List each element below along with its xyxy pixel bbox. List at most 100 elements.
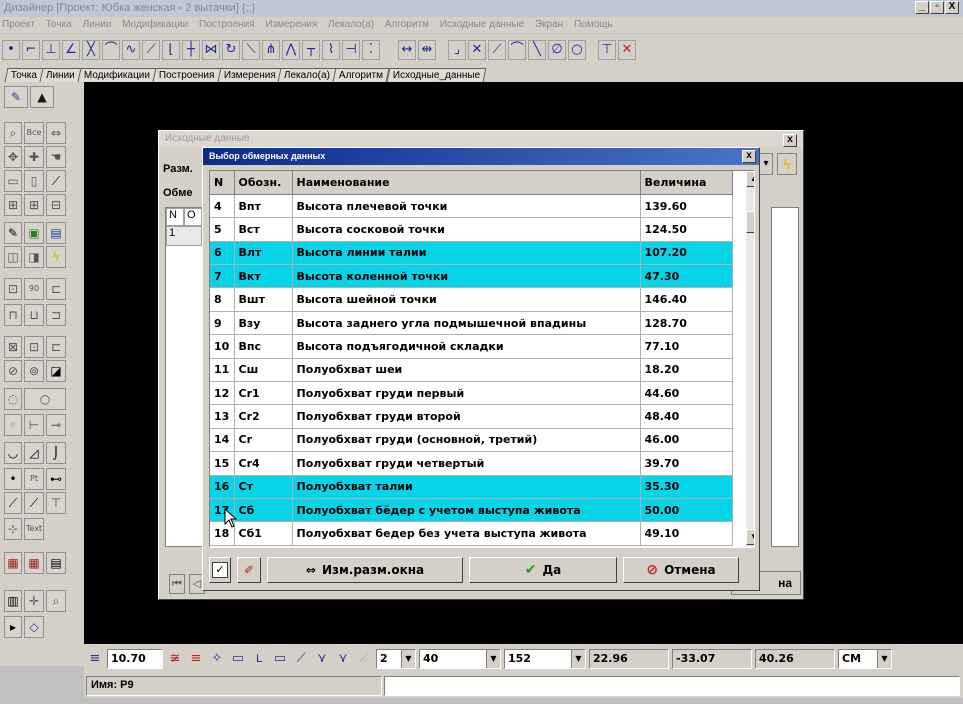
tool-ae-icon[interactable]: ▦	[24, 552, 44, 574]
tool-m-icon[interactable]: ⊚	[24, 360, 44, 382]
tool-s-icon[interactable]: ⊸	[46, 414, 66, 436]
line-tool-icon[interactable]: ⌐	[22, 40, 40, 60]
tool-ai-icon[interactable]: ⌕	[46, 590, 66, 612]
snap-angle3-icon[interactable]: ⟋	[355, 649, 373, 669]
maximize-button[interactable]: ▫	[930, 1, 944, 14]
tool-aj-icon[interactable]: ▸	[4, 616, 22, 638]
column-n[interactable]: N	[210, 171, 235, 195]
table-row[interactable]: 14 Cr Полуобхват груди (основной, третий) 4…	[210, 428, 733, 453]
tool-g-icon[interactable]: ⊔	[24, 304, 44, 326]
table-row[interactable]: 9 Взу Высота заднего угла подмышечной впад…	[210, 311, 733, 336]
tool-x-icon[interactable]: Pt	[24, 468, 44, 490]
image-icon[interactable]: ▣	[24, 222, 44, 244]
ruler-icon[interactable]: ⟋	[46, 170, 66, 192]
tool-i-icon[interactable]: ⊠	[4, 336, 22, 358]
notch-tool-icon[interactable]: ⊣	[342, 40, 360, 60]
snap-line-icon[interactable]: ▭	[229, 649, 247, 669]
slope-tool-icon[interactable]: ⟍	[242, 40, 260, 60]
menu-help[interactable]: Помощь	[574, 19, 613, 30]
pin-tool-icon[interactable]: ⊤	[598, 40, 616, 60]
tool-a-icon[interactable]: ◫	[4, 246, 22, 268]
zoom-icon[interactable]: ⌕	[4, 122, 22, 144]
tool-ad-icon[interactable]: ▦	[4, 552, 22, 574]
scroll-down-icon[interactable]: ▼	[746, 529, 754, 545]
x-tool-icon[interactable]: ✕	[468, 40, 486, 60]
ok-button[interactable]: ✔ Да	[469, 557, 617, 583]
hatch2-icon[interactable]: ≡	[187, 649, 205, 669]
dart-tool-icon[interactable]: ⋀	[282, 40, 300, 60]
window-icon[interactable]: ▤	[46, 222, 66, 244]
tool-v-icon[interactable]: ⌡	[46, 442, 66, 464]
pencil-icon[interactable]: ✎	[4, 86, 28, 108]
line-width-icon[interactable]: ≡	[86, 649, 104, 669]
dropdown-size[interactable]: 152 ▼	[504, 649, 586, 669]
tool-aa-icon[interactable]: ⟋	[24, 492, 44, 514]
tool-e-icon[interactable]: ⊏	[46, 278, 66, 300]
perpendicular-tool-icon[interactable]: ⊥	[42, 40, 60, 60]
dots-tool-icon[interactable]: ⁚	[362, 40, 380, 60]
dropdown-arrow-icon[interactable]: ▾	[759, 153, 773, 175]
edit-icon[interactable]: ✎	[4, 222, 22, 244]
tool-ac-icon[interactable]: ⊹	[4, 518, 22, 540]
tool-n-icon[interactable]: ◪	[46, 360, 66, 382]
pan-icon[interactable]: ⇔	[46, 122, 66, 144]
tool-ah-icon[interactable]: ✛	[24, 590, 44, 612]
diagonal-tool-icon[interactable]: ⟋	[142, 40, 160, 60]
tool-w-icon[interactable]: •	[4, 468, 22, 490]
snap-rect-icon[interactable]: ▭	[271, 649, 289, 669]
move-icon[interactable]: ✥	[4, 146, 22, 168]
dropdown-angle[interactable]: 40 ▼	[419, 649, 501, 669]
tool-h-icon[interactable]: ⊐	[46, 304, 66, 326]
split-tool-icon[interactable]: ⋔	[262, 40, 280, 60]
tab-patterns[interactable]: Лекало(а)	[277, 68, 337, 82]
tool-ak-icon[interactable]: ◇	[24, 616, 44, 638]
menu-algorithm[interactable]: Алгоритм	[385, 19, 429, 30]
source-data-close-icon[interactable]: x	[783, 134, 797, 147]
grid-tool-icon[interactable]: ┼	[182, 40, 200, 60]
tool-o-icon[interactable]: ◌	[4, 388, 22, 410]
tool-af-icon[interactable]: ▤	[46, 552, 66, 574]
unit-dropdown[interactable]: СМ ▼	[838, 649, 892, 669]
menu-lines[interactable]: Линии	[83, 19, 112, 30]
tab-point[interactable]: Точка	[4, 68, 44, 82]
frame2-icon[interactable]: ▯	[24, 170, 44, 192]
tab-algorithm[interactable]: Алгоритм	[332, 68, 390, 82]
zigzag-tool-icon[interactable]: ⌇	[322, 40, 340, 60]
table-row[interactable]: 4 Впт Высота плечевой точки 139.60	[210, 194, 733, 219]
lightning-icon[interactable]: ϟ	[46, 246, 66, 268]
dropdown-arrow-icon[interactable]: ▼	[877, 650, 891, 668]
point-tool-icon[interactable]: •	[2, 40, 20, 60]
hand-icon[interactable]: ☚	[46, 146, 66, 168]
menu-source-data[interactable]: Исходные данные	[440, 19, 525, 30]
select-all-checkbox[interactable]: ✓	[209, 557, 231, 583]
tool-y-icon[interactable]: ⊷	[46, 468, 66, 490]
rotate-tool-icon[interactable]: ↻	[222, 40, 240, 60]
menu-patterns[interactable]: Лекало(а)	[328, 19, 374, 30]
tool-l-icon[interactable]: ⊘	[4, 360, 22, 382]
tool-u-icon[interactable]: ◿	[24, 442, 44, 464]
grid2-icon[interactable]: ⊞	[24, 194, 44, 216]
tool-z-icon[interactable]: ⟋	[4, 492, 22, 514]
snap-point-icon[interactable]: ✧	[208, 649, 226, 669]
table-row[interactable]: 6 Влт Высота линии талии 107.20	[210, 241, 733, 266]
menu-project[interactable]: Проект	[2, 19, 35, 30]
tool-ab-icon[interactable]: ⊤	[46, 492, 66, 514]
tool-p-icon[interactable]: ○	[24, 388, 66, 410]
tool-c-icon[interactable]: ⊡	[4, 278, 22, 300]
zoom-all-icon[interactable]: Все	[24, 122, 44, 144]
corner-tool-icon[interactable]: ⌊	[162, 40, 180, 60]
tab-measurements[interactable]: Измерения	[217, 68, 282, 82]
measure-tool-icon[interactable]: ↔	[398, 40, 416, 60]
scroll-up-icon[interactable]: ▲	[746, 171, 754, 187]
menu-modifications[interactable]: Модификации	[122, 19, 188, 30]
close-button[interactable]: X	[945, 1, 959, 14]
grid-row[interactable]: 1	[166, 226, 202, 246]
frame-icon[interactable]: ▭	[4, 170, 22, 192]
tool-f-icon[interactable]: ⊓	[4, 304, 22, 326]
tab-source-data[interactable]: Исходные_данные	[386, 68, 487, 82]
tool-b-icon[interactable]: ◨	[24, 246, 44, 268]
column-value[interactable]: Величина	[640, 171, 733, 195]
tool-j-icon[interactable]: ⊡	[24, 336, 44, 358]
menu-constructions[interactable]: Построения	[199, 19, 255, 30]
mirror-tool-icon[interactable]: ⋈	[202, 40, 220, 60]
